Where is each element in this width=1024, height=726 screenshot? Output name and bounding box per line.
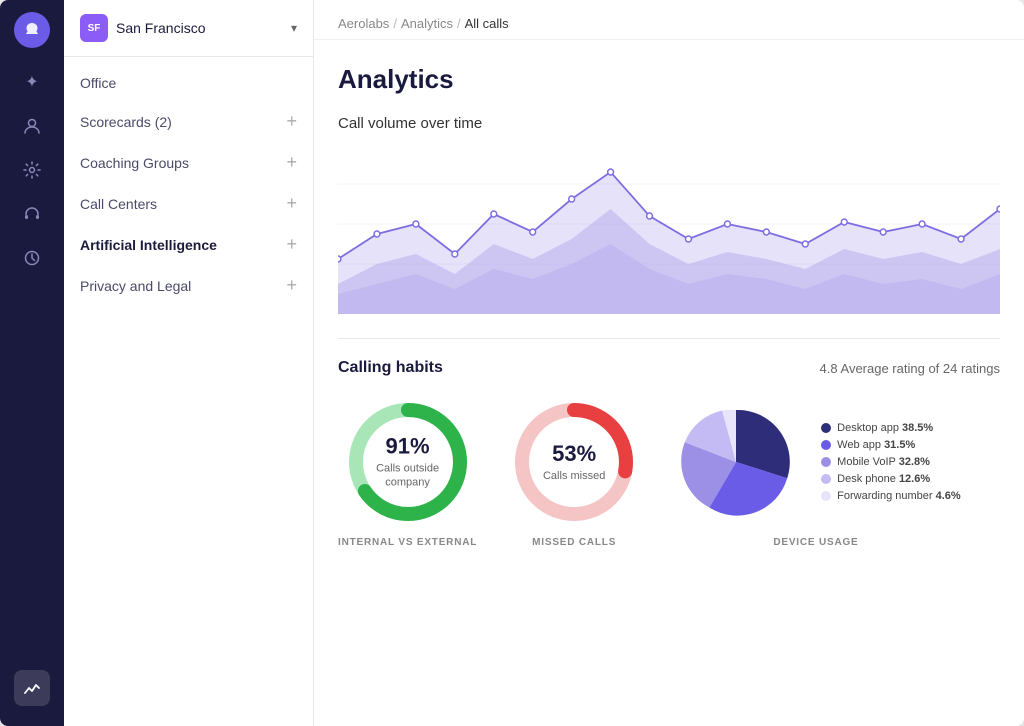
missed-label: MISSED CALLS — [532, 537, 616, 548]
missed-pct: 53% — [543, 441, 605, 467]
icon-bar: ✦ — [0, 0, 64, 726]
analytics-nav-icon[interactable] — [14, 670, 50, 706]
section-divider — [338, 338, 1000, 339]
breadcrumb-aerolabs[interactable]: Aerolabs — [338, 16, 389, 31]
sidebar-item-coaching-groups[interactable]: Coaching Groups + — [64, 142, 313, 183]
sidebar-item-scorecards[interactable]: Scorecards (2) + — [64, 101, 313, 142]
breadcrumb-sep1: / — [393, 16, 397, 31]
breadcrumb-analytics[interactable]: Analytics — [401, 16, 453, 31]
ai-plus-icon[interactable]: + — [286, 234, 297, 255]
sidebar: SF San Francisco ▾ Office Scorecards (2)… — [64, 0, 314, 726]
legend-webapp: Web app 31.5% — [821, 439, 961, 451]
pie-wrap: Desktop app 38.5% Web app 31.5% Mobile V… — [671, 397, 961, 527]
legend-mobilevoip: Mobile VoIP 32.8% — [821, 456, 961, 468]
call-volume-chart — [338, 144, 1000, 314]
person-nav-icon[interactable] — [14, 108, 50, 144]
pie-legend: Desktop app 38.5% Web app 31.5% Mobile V… — [821, 422, 961, 502]
call-volume-section: Call volume over time — [338, 115, 1000, 314]
legend-dot-desktop — [821, 423, 831, 433]
legend-dot-webapp — [821, 440, 831, 450]
internal-label: INTERNAL VS EXTERNAL — [338, 537, 477, 548]
breadcrumb: Aerolabs / Analytics / All calls — [314, 0, 1024, 40]
internal-pct: 91% — [376, 434, 439, 460]
legend-deskphone: Desk phone 12.6% — [821, 473, 961, 485]
sidebar-item-office[interactable]: Office — [64, 65, 313, 101]
internal-donut: 91% Calls outsidecompany — [343, 397, 473, 527]
missed-donut: 53% Calls missed — [509, 397, 639, 527]
habits-section: Calling habits 4.8 Average rating of 24 … — [338, 359, 1000, 548]
history-nav-icon[interactable] — [14, 240, 50, 276]
sparkles-nav-icon[interactable]: ✦ — [14, 64, 50, 100]
missed-donut-text: 53% Calls missed — [543, 441, 605, 483]
chart-title: Call volume over time — [338, 115, 1000, 132]
breadcrumb-current: All calls — [465, 16, 509, 31]
habits-rating: 4.8 Average rating of 24 ratings — [820, 361, 1000, 376]
internal-sub: Calls outsidecompany — [376, 462, 439, 491]
breadcrumb-sep2: / — [457, 16, 461, 31]
privacy-plus-icon[interactable]: + — [286, 275, 297, 296]
habits-title: Calling habits — [338, 359, 443, 377]
device-label: DEVICE USAGE — [773, 537, 858, 548]
headset-nav-icon[interactable] — [14, 196, 50, 232]
app-logo[interactable] — [14, 12, 50, 48]
sidebar-item-ai[interactable]: Artificial Intelligence + — [64, 224, 313, 265]
workspace-selector[interactable]: SF San Francisco ▾ — [64, 0, 313, 57]
legend-desktop: Desktop app 38.5% — [821, 422, 961, 434]
legend-dot-mobilevoip — [821, 457, 831, 467]
page-title: Analytics — [338, 64, 1000, 95]
callcenters-plus-icon[interactable]: + — [286, 193, 297, 214]
workspace-chevron-icon: ▾ — [291, 21, 297, 35]
sidebar-item-call-centers[interactable]: Call Centers + — [64, 183, 313, 224]
gear-nav-icon[interactable] — [14, 152, 50, 188]
scorecards-plus-icon[interactable]: + — [286, 111, 297, 132]
device-usage-chart: Desktop app 38.5% Web app 31.5% Mobile V… — [671, 397, 961, 548]
legend-dot-deskphone — [821, 474, 831, 484]
sidebar-nav: Office Scorecards (2) + Coaching Groups … — [64, 57, 313, 726]
workspace-badge: SF — [80, 14, 108, 42]
coaching-plus-icon[interactable]: + — [286, 152, 297, 173]
internal-donut-text: 91% Calls outsidecompany — [376, 434, 439, 491]
missed-sub: Calls missed — [543, 469, 605, 483]
legend-forwarding: Forwarding number 4.6% — [821, 490, 961, 502]
sidebar-item-privacy[interactable]: Privacy and Legal + — [64, 265, 313, 306]
habits-header: Calling habits 4.8 Average rating of 24 … — [338, 359, 1000, 377]
workspace-name: San Francisco — [116, 20, 291, 36]
internal-external-chart: 91% Calls outsidecompany INTERNAL VS EXT… — [338, 397, 477, 548]
main-content: Aerolabs / Analytics / All calls Analyti… — [314, 0, 1024, 726]
charts-row: 91% Calls outsidecompany INTERNAL VS EXT… — [338, 397, 1000, 548]
legend-dot-forwarding — [821, 491, 831, 501]
missed-calls-chart: 53% Calls missed MISSED CALLS — [509, 397, 639, 548]
